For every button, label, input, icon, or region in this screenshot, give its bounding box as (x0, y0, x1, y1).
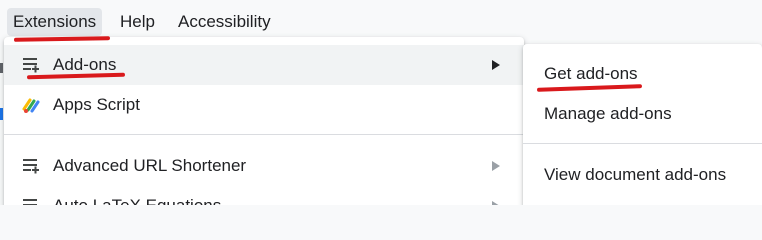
menubar-help[interactable]: Help (114, 8, 161, 36)
background-sheet-edge (0, 63, 3, 73)
extensions-dropdown-menu: Add-ons Apps Script Advanced URL Shorten… (4, 37, 524, 205)
menu-divider (4, 134, 524, 135)
apps-script-icon (22, 96, 40, 114)
menubar: Extensions Help Accessibility (0, 0, 762, 42)
submenu-item-view-document-add-ons[interactable]: View document add-ons (523, 155, 762, 195)
menu-item-advanced-url-shortener[interactable]: Advanced URL Shortener (4, 146, 524, 186)
menu-item-label: Advanced URL Shortener (53, 156, 247, 175)
menu-item-label: Apps Script (53, 95, 140, 114)
menubar-accessibility[interactable]: Accessibility (172, 8, 277, 36)
add-ons-icon (22, 56, 40, 74)
menu-item-auto-latex-equations[interactable]: Auto LaTeX Equations (4, 186, 524, 205)
menubar-extensions[interactable]: Extensions (7, 8, 103, 36)
add-ons-icon (22, 197, 40, 205)
docs-extensions-menu-screen: Extensions Help Accessibility Add-ons Ap… (0, 0, 762, 205)
menu-item-label: Auto LaTeX Equations (53, 186, 221, 205)
menu-divider (523, 143, 762, 144)
submenu-item-manage-add-ons[interactable]: Manage add-ons (523, 94, 762, 134)
menu-item-add-ons[interactable]: Add-ons (4, 45, 524, 85)
add-ons-icon (22, 157, 40, 175)
add-ons-submenu: Get add-ons Manage add-ons View document… (523, 44, 762, 205)
submenu-item-label: View document add-ons (544, 165, 727, 184)
background-sheet-edge (0, 108, 3, 120)
submenu-item-label: Manage add-ons (544, 104, 672, 123)
menu-item-label: Add-ons (53, 55, 117, 74)
submenu-arrow-icon (492, 201, 500, 205)
menu-item-apps-script[interactable]: Apps Script (4, 85, 524, 125)
submenu-arrow-icon (492, 161, 500, 171)
submenu-arrow-icon (492, 60, 500, 70)
